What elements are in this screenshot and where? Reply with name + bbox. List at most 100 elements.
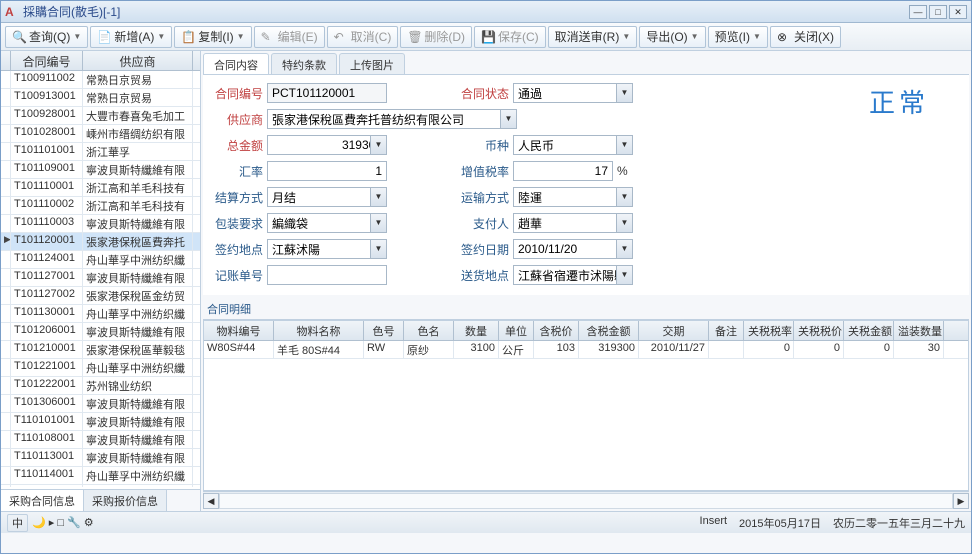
chevron-down-icon[interactable]: ▼ (370, 136, 386, 154)
table-row[interactable]: T101306001寧波貝斯特纖維有限 (1, 395, 200, 413)
tab-contract-info[interactable]: 采购合同信息 (1, 490, 84, 511)
chevron-down-icon[interactable]: ▼ (616, 136, 632, 154)
close-button[interactable]: ⊗关闭(X) (770, 26, 841, 48)
chevron-down-icon[interactable]: ▼ (616, 84, 632, 102)
rate-field[interactable] (267, 161, 387, 181)
payer-field[interactable] (513, 213, 633, 233)
detail-body[interactable]: W80S#44羊毛 80S#44RW原纱3100公斤1033193002010/… (204, 341, 968, 359)
pay-method-field[interactable] (267, 187, 387, 207)
tab-contract-content[interactable]: 合同内容 (203, 53, 269, 74)
col-header[interactable]: 物料编号 (204, 321, 274, 340)
right-panel: 合同内容 特约条款 上传图片 正常 合同编号 合同状态 ▼ 供应商 ▼ (201, 51, 971, 511)
table-row[interactable]: T110114001舟山華孚中洲纺织纖 (1, 467, 200, 485)
grid-body[interactable]: T100911002常熟日京贸易T100913001常熟日京贸易T1009280… (1, 71, 200, 487)
table-row[interactable]: T100911002常熟日京贸易 (1, 71, 200, 89)
chevron-down-icon[interactable]: ▼ (370, 214, 386, 232)
table-row[interactable]: T101210001張家港保稅區華毅毯 (1, 341, 200, 359)
table-cell: 30 (894, 341, 944, 358)
ship-place-field[interactable] (513, 265, 633, 285)
copy-button[interactable]: 📋复制(I)▼ (174, 26, 251, 48)
table-row[interactable]: T101110002浙江高和羊毛科技有 (1, 197, 200, 215)
delete-button[interactable]: 🗑删除(D) (400, 26, 472, 48)
horizontal-scrollbar[interactable]: ◀ ▶ (203, 491, 969, 509)
chevron-down-icon[interactable]: ▼ (616, 214, 632, 232)
edit-button[interactable]: ✎编辑(E) (254, 26, 325, 48)
col-supplier[interactable]: 供应商 (83, 51, 193, 70)
save-button[interactable]: 💾保存(C) (474, 26, 546, 48)
table-row[interactable]: T110114002舟山華孚中洲纺织纖 (1, 485, 200, 487)
undo-icon: ↶ (334, 30, 348, 44)
col-header[interactable]: 关税金额 (844, 321, 894, 340)
close-window-button[interactable]: ✕ (949, 5, 967, 19)
status-date: 2015年05月17日 (739, 515, 821, 531)
ime-indicator[interactable]: 中 (7, 514, 28, 532)
add-button[interactable]: 📄新增(A)▼ (90, 26, 172, 48)
contract-no-field[interactable] (267, 83, 387, 103)
left-panel: 合同编号 供应商 T100911002常熟日京贸易T100913001常熟日京贸… (1, 51, 201, 511)
app-window: A 採購合同(散毛)[-1] — □ ✕ 🔍查询(Q)▼ 📄新增(A)▼ 📋复制… (0, 0, 972, 554)
table-row[interactable]: T110101001寧波貝斯特纖維有限 (1, 413, 200, 431)
table-row[interactable]: T110108001寧波貝斯特纖維有限 (1, 431, 200, 449)
table-row[interactable]: T101130001舟山華孚中洲纺织纖 (1, 305, 200, 323)
table-row[interactable]: ▶T101120001張家港保稅區費奔托 (1, 233, 200, 251)
tab-special-terms[interactable]: 特约条款 (271, 53, 337, 74)
contract-status-field[interactable] (513, 83, 633, 103)
table-row[interactable]: T101028001嵊州市缙绸纺织有限 (1, 125, 200, 143)
table-row[interactable]: T101127001寧波貝斯特纖維有限 (1, 269, 200, 287)
col-header[interactable]: 含税金额 (579, 321, 639, 340)
currency-field[interactable] (513, 135, 633, 155)
export-button[interactable]: 导出(O)▼ (639, 26, 705, 48)
col-header[interactable]: 数量 (454, 321, 499, 340)
table-row[interactable]: T101110001浙江高和羊毛科技有 (1, 179, 200, 197)
chevron-down-icon[interactable]: ▼ (370, 240, 386, 258)
sign-date-field[interactable] (513, 239, 633, 259)
ship-method-field[interactable] (513, 187, 633, 207)
col-header[interactable]: 单位 (499, 321, 534, 340)
table-row[interactable]: T101206001寧波貝斯特纖維有限 (1, 323, 200, 341)
chevron-down-icon[interactable]: ▼ (616, 188, 632, 206)
table-row[interactable]: T101127002張家港保稅區金纺贸 (1, 287, 200, 305)
col-header[interactable]: 色名 (404, 321, 454, 340)
col-contract-id[interactable]: 合同编号 (11, 51, 83, 70)
cancel-button[interactable]: ↶取消(C) (327, 26, 399, 48)
col-header[interactable]: 备注 (709, 321, 744, 340)
scroll-right-button[interactable]: ▶ (953, 493, 969, 509)
scroll-track[interactable] (219, 493, 953, 509)
preview-button[interactable]: 预览(I)▼ (708, 26, 768, 48)
total-field[interactable] (267, 135, 387, 155)
table-row[interactable]: T100928001大豐市春喜兔毛加工 (1, 107, 200, 125)
calendar-icon[interactable]: ▼ (616, 240, 632, 258)
query-button[interactable]: 🔍查询(Q)▼ (5, 26, 88, 48)
col-header[interactable]: 关税税率 (744, 321, 794, 340)
sign-place-field[interactable] (267, 239, 387, 259)
vat-rate-field[interactable] (513, 161, 613, 181)
table-row[interactable]: T101110003寧波貝斯特纖維有限 (1, 215, 200, 233)
col-header[interactable]: 色号 (364, 321, 404, 340)
table-row[interactable]: W80S#44羊毛 80S#44RW原纱3100公斤1033193002010/… (204, 341, 968, 359)
col-header[interactable]: 含税价 (534, 321, 579, 340)
table-row[interactable]: T101109001寧波貝斯特纖維有限 (1, 161, 200, 179)
table-cell: 0 (794, 341, 844, 358)
table-row[interactable]: T100913001常熟日京贸易 (1, 89, 200, 107)
table-row[interactable]: T101221001舟山華孚中洲纺织纖 (1, 359, 200, 377)
table-row[interactable]: T101222001苏州锦业纺织 (1, 377, 200, 395)
col-header[interactable]: 关税税价 (794, 321, 844, 340)
col-header[interactable]: 交期 (639, 321, 709, 340)
supplier-field[interactable] (267, 109, 517, 129)
col-header[interactable]: 物料名称 (274, 321, 364, 340)
chevron-down-icon[interactable]: ▼ (616, 266, 632, 284)
pack-req-field[interactable] (267, 213, 387, 233)
chevron-down-icon[interactable]: ▼ (370, 188, 386, 206)
table-row[interactable]: T101101001浙江華孚 (1, 143, 200, 161)
table-row[interactable]: T101124001舟山華孚中洲纺织纖 (1, 251, 200, 269)
ledger-no-field[interactable] (267, 265, 387, 285)
scroll-left-button[interactable]: ◀ (203, 493, 219, 509)
maximize-button[interactable]: □ (929, 5, 947, 19)
undo-audit-button[interactable]: 取消送审(R)▼ (548, 26, 638, 48)
col-header[interactable]: 溢装数量 (894, 321, 944, 340)
tab-upload-image[interactable]: 上传图片 (339, 53, 405, 74)
minimize-button[interactable]: — (909, 5, 927, 19)
table-row[interactable]: T110113001寧波貝斯特纖維有限 (1, 449, 200, 467)
chevron-down-icon[interactable]: ▼ (500, 110, 516, 128)
tab-quote-info[interactable]: 采购报价信息 (84, 490, 167, 511)
